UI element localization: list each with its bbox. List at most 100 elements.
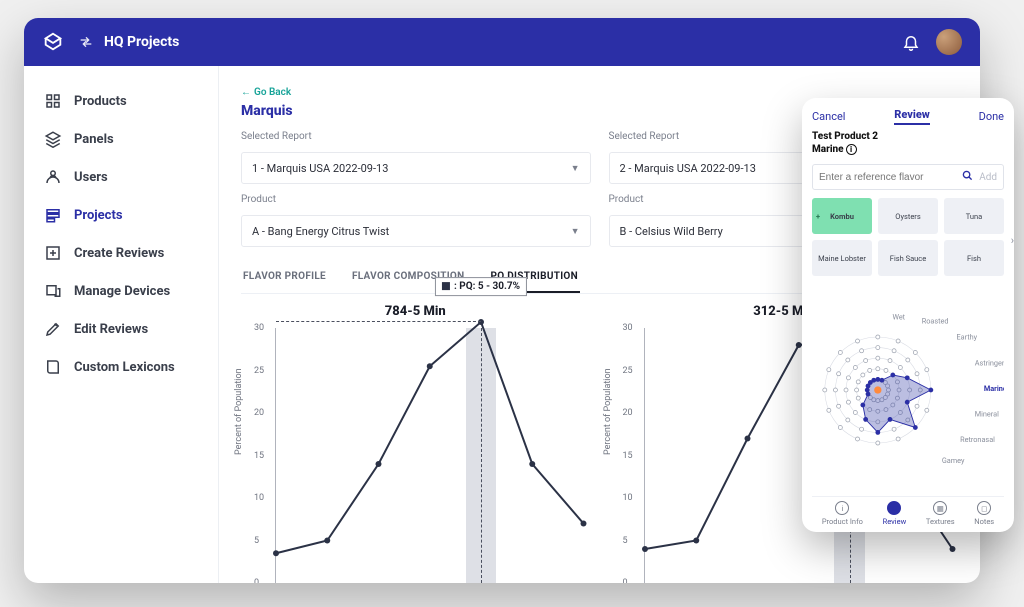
y-tick: 0 — [623, 578, 628, 583]
svg-text:Gamey: Gamey — [942, 456, 965, 465]
plus-square-icon — [44, 244, 62, 262]
nav-icon: i — [835, 501, 849, 515]
chart-left: 784-5 Min Percent of Population 05101520… — [241, 304, 590, 583]
cancel-button[interactable]: Cancel — [812, 110, 845, 123]
layers-icon — [44, 130, 62, 148]
cursor-hline — [276, 321, 481, 322]
y-tick: 15 — [254, 451, 264, 461]
flavor-chip-tuna[interactable]: Tuna — [944, 198, 1004, 234]
chart-left-title: 784-5 Min — [241, 304, 590, 319]
switch-icon[interactable] — [78, 34, 94, 50]
flavor-chip-oysters[interactable]: Oysters — [878, 198, 938, 234]
y-tick: 5 — [623, 536, 628, 546]
sidebar-item-label: Panels — [74, 132, 114, 147]
phone-nav-product-info[interactable]: i Product Info — [822, 501, 863, 526]
chevron-down-icon: ▼ — [571, 226, 580, 237]
sidebar-item-panels[interactable]: Panels — [24, 120, 218, 158]
flavor-search[interactable]: Add — [812, 164, 1004, 190]
tab-flavor-profile[interactable]: FLAVOR PROFILE — [241, 265, 328, 293]
project-icon — [44, 206, 62, 224]
series-swatch-icon — [442, 282, 450, 290]
y-axis-label: Percent of Population — [234, 368, 244, 455]
sidebar-item-label: Create Reviews — [74, 246, 164, 261]
sidebar-item-edit-reviews[interactable]: Edit Reviews — [24, 310, 218, 348]
review-tab[interactable]: Review — [894, 108, 930, 125]
sidebar-item-custom-lexicons[interactable]: Custom Lexicons — [24, 348, 218, 386]
sidebar-item-projects[interactable]: Projects — [24, 196, 218, 234]
nav-label: Product Info — [822, 517, 863, 526]
report-select-right-value: 2 - Marquis USA 2022-09-13 — [620, 162, 756, 175]
svg-text:Marine: Marine — [984, 384, 1004, 393]
y-tick: 20 — [254, 408, 264, 418]
phone-nav-textures[interactable]: ▦ Textures — [926, 501, 955, 526]
y-tick: 30 — [623, 323, 633, 333]
report-select-left-value: 1 - Marquis USA 2022-09-13 — [252, 162, 388, 175]
chevron-down-icon: ▼ — [571, 163, 580, 174]
sidebar-item-label: Custom Lexicons — [74, 360, 175, 375]
nav-icon: ◻ — [977, 501, 991, 515]
phone-subtitle: Test Product 2 Marinei — [812, 131, 1004, 156]
sidebar-item-label: Users — [74, 170, 108, 185]
sidebar-item-users[interactable]: Users — [24, 158, 218, 196]
add-button[interactable]: Add — [979, 172, 997, 183]
product-label-left: Product — [241, 194, 591, 205]
y-tick: 30 — [254, 323, 264, 333]
phone-nav-notes[interactable]: ◻ Notes — [974, 501, 994, 526]
flavor-chip-kombu[interactable]: Kombu — [812, 198, 872, 234]
product-select-left-value: A - Bang Energy Citrus Twist — [252, 225, 389, 238]
phone-bottom-nav: i Product Info ✱ Review ▦ Textures ◻ Notes — [812, 496, 1004, 526]
product-name: Test Product 2 — [812, 131, 878, 142]
done-button[interactable]: Done — [979, 110, 1004, 123]
radar-chart: WetRoastedEarthyAstringentMarineMineralR… — [812, 284, 1004, 496]
svg-text:Astringent: Astringent — [975, 358, 1004, 367]
plot-left: 0510152025301234567: PQ: 5 - 30.7% — [275, 328, 584, 583]
pencil-icon — [44, 320, 62, 338]
go-back-label: Go Back — [254, 87, 291, 98]
flavor-chips: › KombuOystersTunaMaine LobsterFish Sauc… — [812, 198, 1004, 276]
chevron-right-icon[interactable]: › — [1011, 234, 1014, 247]
flavor-chip-fish[interactable]: Fish — [944, 240, 1004, 276]
notifications-icon[interactable] — [902, 33, 920, 51]
nav-icon: ▦ — [933, 501, 947, 515]
grid-icon — [44, 92, 62, 110]
product-select-left[interactable]: A - Bang Energy Citrus Twist ▼ — [241, 215, 591, 247]
y-tick: 10 — [254, 493, 264, 503]
svg-text:Roasted: Roasted — [922, 316, 949, 325]
phone-nav-review[interactable]: ✱ Review — [883, 501, 907, 526]
sidebar-item-label: Edit Reviews — [74, 322, 148, 337]
y-tick: 5 — [254, 536, 259, 546]
y-tick: 10 — [623, 493, 633, 503]
book-icon — [44, 358, 62, 376]
flavor-chip-maine-lobster[interactable]: Maine Lobster — [812, 240, 872, 276]
svg-text:Mineral: Mineral — [975, 410, 999, 419]
sidebar-item-products[interactable]: Products — [24, 82, 218, 120]
report-label-left: Selected Report — [241, 131, 591, 142]
nav-icon: ✱ — [887, 501, 901, 515]
y-tick: 15 — [623, 451, 633, 461]
sidebar-item-create-reviews[interactable]: Create Reviews — [24, 234, 218, 272]
arrow-left-icon: ← — [241, 87, 251, 98]
nav-label: Notes — [974, 517, 994, 526]
y-tick: 20 — [623, 408, 633, 418]
sidebar-item-manage-devices[interactable]: Manage Devices — [24, 272, 218, 310]
sidebar-item-label: Manage Devices — [74, 284, 170, 299]
topbar: HQ Projects — [24, 18, 980, 66]
info-icon[interactable]: i — [846, 144, 857, 155]
svg-text:Retronasal: Retronasal — [960, 435, 995, 444]
user-avatar[interactable] — [936, 29, 962, 55]
go-back-link[interactable]: ← Go Back — [241, 87, 291, 98]
svg-text:Earthy: Earthy — [956, 333, 977, 342]
search-icon[interactable] — [962, 170, 973, 184]
flavor-search-input[interactable] — [819, 172, 956, 183]
y-tick: 25 — [254, 366, 264, 376]
flavor-chip-fish-sauce[interactable]: Fish Sauce — [878, 240, 938, 276]
users-icon — [44, 168, 62, 186]
y-axis-label: Percent of Population — [603, 368, 613, 455]
sidebar-item-label: Products — [74, 94, 127, 109]
nav-label: Review — [883, 517, 907, 526]
nav-label: Textures — [926, 517, 955, 526]
chart-tooltip: : PQ: 5 - 30.7% — [435, 277, 527, 296]
report-select-left[interactable]: 1 - Marquis USA 2022-09-13 ▼ — [241, 152, 591, 184]
flavor-category: Marine — [812, 144, 844, 155]
sidebar-item-label: Projects — [74, 208, 123, 223]
